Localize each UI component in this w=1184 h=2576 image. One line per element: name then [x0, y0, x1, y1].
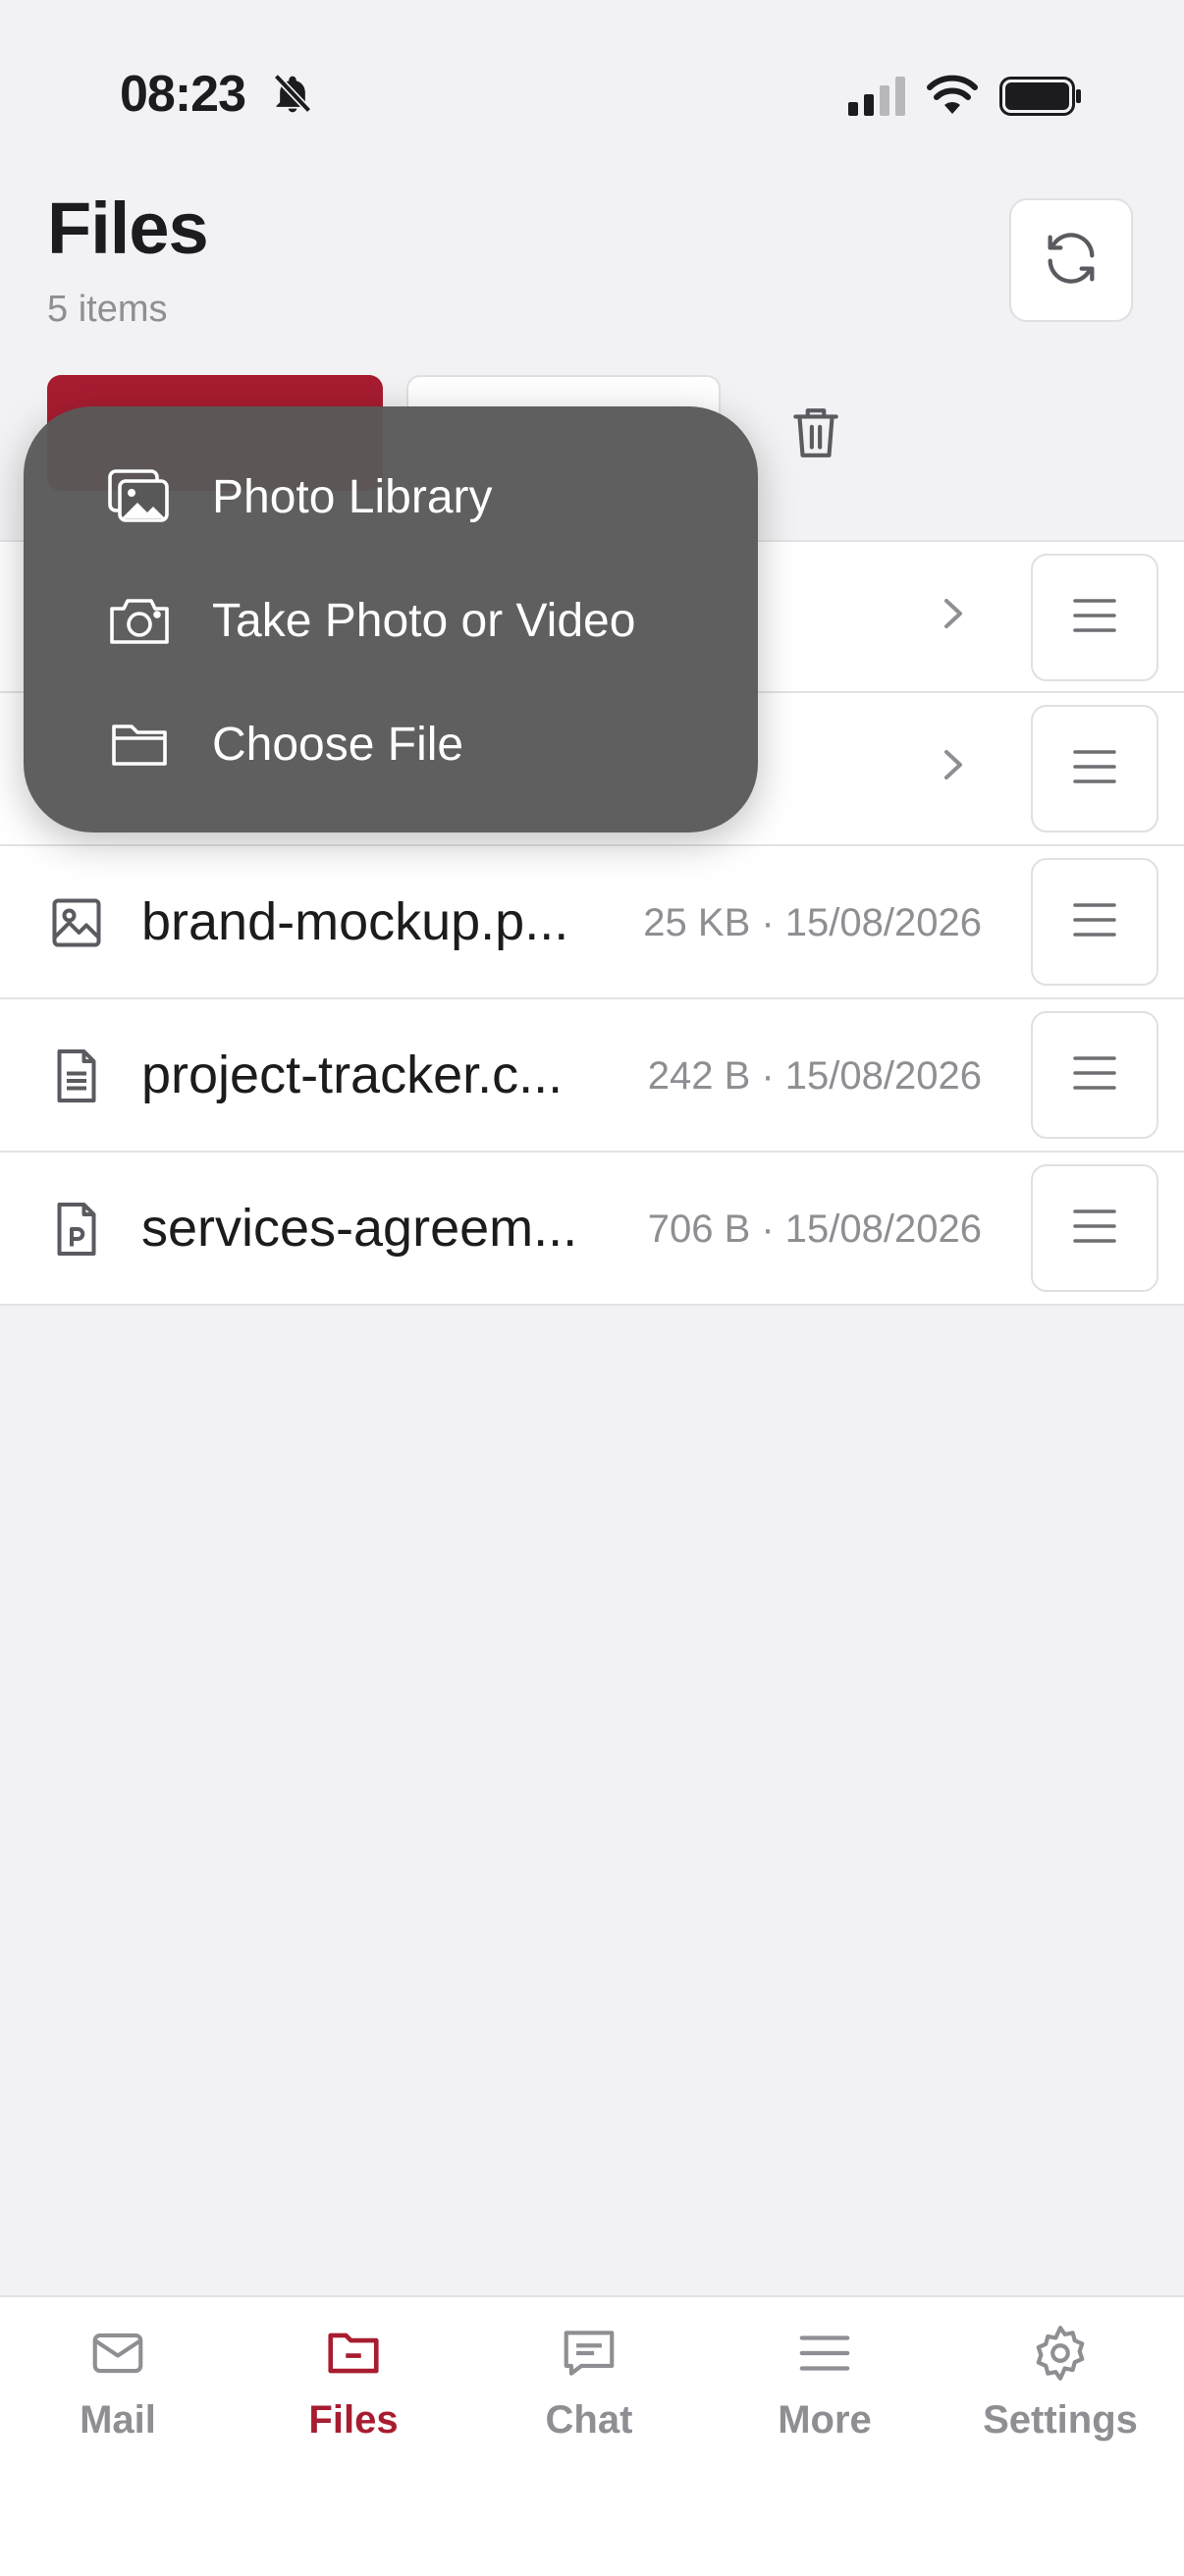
list-item[interactable]: services-agreem... 706 B · 15/08/2026: [0, 1153, 1184, 1306]
tab-chat[interactable]: Chat: [471, 2323, 707, 2442]
menu-icon: [1072, 1053, 1117, 1098]
delete-button[interactable]: [791, 404, 850, 473]
file-meta: 242 B · 15/08/2026: [647, 1054, 982, 1098]
wifi-icon: [927, 75, 978, 119]
folder-icon: [323, 2323, 384, 2388]
list-item[interactable]: brand-mockup.p... 25 KB · 15/08/2026: [0, 846, 1184, 999]
folder-icon: [108, 713, 171, 776]
chat-icon: [559, 2323, 619, 2388]
menu-icon: [1072, 747, 1117, 791]
status-time: 08:23: [120, 66, 246, 123]
file-actions-button[interactable]: [1031, 554, 1158, 681]
mail-icon: [87, 2323, 148, 2388]
cellular-signal-icon: [848, 77, 907, 121]
menu-icon: [1072, 596, 1117, 640]
menu-icon: [1072, 1207, 1117, 1251]
menu-item-label: Take Photo or Video: [212, 594, 636, 647]
tab-more[interactable]: More: [707, 2323, 942, 2442]
refresh-icon: [1040, 227, 1103, 295]
list-item[interactable]: project-tracker.c... 242 B · 15/08/2026: [0, 999, 1184, 1153]
file-name: project-tracker.c...: [141, 1046, 564, 1104]
item-count: 5 items: [47, 289, 168, 330]
menu-icon: [794, 2323, 855, 2388]
tab-label: Settings: [983, 2398, 1138, 2442]
tab-label: Mail: [80, 2398, 156, 2442]
tab-files[interactable]: Files: [236, 2323, 471, 2442]
file-actions-button[interactable]: [1031, 858, 1158, 986]
camera-icon: [108, 589, 171, 652]
chevron-right-icon: [939, 740, 968, 794]
tab-label: Files: [308, 2398, 399, 2442]
file-actions-button[interactable]: [1031, 1011, 1158, 1139]
file-name: brand-mockup.p...: [141, 892, 569, 951]
menu-item-label: Choose File: [212, 718, 464, 771]
gear-icon: [1030, 2323, 1091, 2388]
tab-bar: Mail Files Chat More Settings: [0, 2295, 1184, 2576]
battery-icon: [999, 77, 1082, 121]
trash-icon: [791, 408, 840, 465]
file-meta: 25 KB · 15/08/2026: [643, 901, 982, 944]
page-title: Files: [47, 188, 209, 269]
document-icon: [47, 1046, 106, 1105]
refresh-button[interactable]: [1009, 198, 1133, 322]
tab-mail[interactable]: Mail: [0, 2323, 236, 2442]
tab-label: Chat: [545, 2398, 633, 2442]
pdf-file-icon: [47, 1200, 106, 1259]
menu-item-label: Photo Library: [212, 470, 493, 523]
menu-icon: [1072, 900, 1117, 944]
menu-item-choose-file[interactable]: Choose File: [108, 695, 463, 793]
tab-label: More: [778, 2398, 872, 2442]
photo-library-icon: [108, 465, 171, 528]
tab-settings[interactable]: Settings: [942, 2323, 1178, 2442]
upload-options-menu: Photo Library Take Photo or Video Choose…: [24, 406, 758, 832]
file-actions-button[interactable]: [1031, 1164, 1158, 1292]
menu-item-photo-library[interactable]: Photo Library: [108, 448, 493, 546]
bell-slash-icon: [271, 73, 314, 121]
file-name: services-agreem...: [141, 1199, 578, 1258]
chevron-right-icon: [939, 589, 968, 643]
file-actions-button[interactable]: [1031, 705, 1158, 832]
file-meta: 706 B · 15/08/2026: [647, 1208, 982, 1251]
menu-item-take-photo[interactable]: Take Photo or Video: [108, 571, 635, 670]
image-file-icon: [47, 893, 106, 952]
